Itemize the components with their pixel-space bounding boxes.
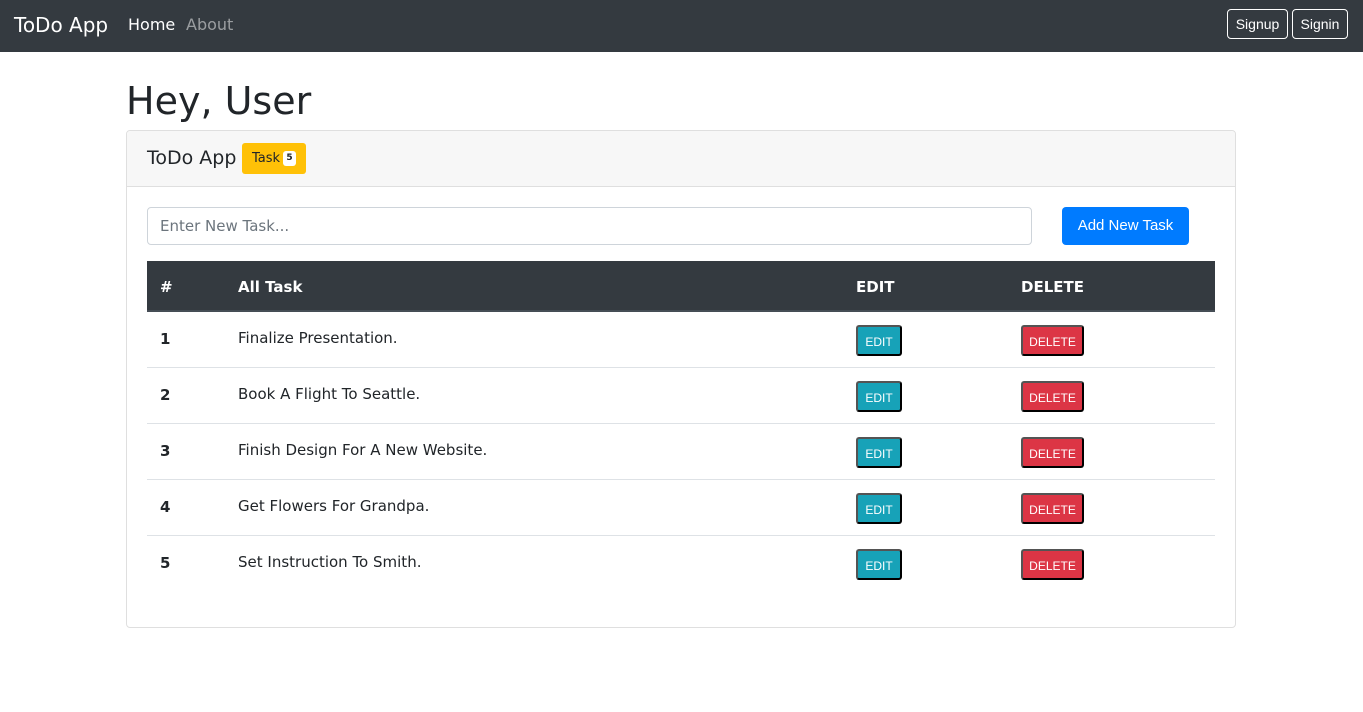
nav-link-home[interactable]: Home bbox=[128, 15, 175, 35]
task-text: Set Instruction To Smith. bbox=[238, 553, 422, 571]
table-row: 1 Finalize Presentation. EDIT DELETE bbox=[147, 312, 1215, 368]
task-text: Book A Flight To Seattle. bbox=[238, 385, 421, 403]
edit-button[interactable]: EDIT bbox=[856, 549, 902, 580]
task-number: 1 bbox=[160, 330, 171, 348]
task-number: 5 bbox=[160, 554, 171, 572]
column-header-edit: EDIT bbox=[856, 278, 895, 296]
column-header-task: All Task bbox=[238, 278, 303, 296]
column-header-number: # bbox=[160, 278, 173, 296]
edit-button[interactable]: EDIT bbox=[856, 325, 902, 356]
signup-button[interactable]: Signup bbox=[1227, 9, 1288, 39]
task-number: 2 bbox=[160, 386, 171, 404]
task-text: Finalize Presentation. bbox=[238, 329, 398, 347]
card-header: ToDo App Task 5 bbox=[127, 131, 1235, 187]
table-header: # All Task EDIT DELETE bbox=[147, 261, 1215, 312]
edit-button[interactable]: EDIT bbox=[856, 437, 902, 468]
card-title: ToDo App bbox=[147, 147, 237, 169]
page-title: Hey, User bbox=[126, 79, 312, 123]
delete-button[interactable]: DELETE bbox=[1021, 493, 1084, 524]
navbar: ToDo App Home About Signup Signin bbox=[0, 0, 1363, 52]
delete-button[interactable]: DELETE bbox=[1021, 437, 1084, 468]
table-row: 3 Finish Design For A New Website. EDIT … bbox=[147, 424, 1215, 480]
task-count-badge: Task 5 bbox=[242, 143, 306, 174]
edit-button[interactable]: EDIT bbox=[856, 493, 902, 524]
add-new-task-button[interactable]: Add New Task bbox=[1062, 207, 1189, 245]
task-number: 4 bbox=[160, 498, 171, 516]
delete-button[interactable]: DELETE bbox=[1021, 381, 1084, 412]
task-table: # All Task EDIT DELETE 1 Finalize Presen… bbox=[147, 261, 1215, 592]
delete-button[interactable]: DELETE bbox=[1021, 325, 1084, 356]
edit-button[interactable]: EDIT bbox=[856, 381, 902, 412]
navbar-brand[interactable]: ToDo App bbox=[14, 12, 108, 38]
nav-link-about[interactable]: About bbox=[186, 15, 233, 35]
todo-card: ToDo App Task 5 Add New Task # All Task … bbox=[126, 130, 1236, 628]
task-badge-count: 5 bbox=[283, 151, 296, 166]
signin-button[interactable]: Signin bbox=[1292, 9, 1348, 39]
task-number: 3 bbox=[160, 442, 171, 460]
column-header-delete: DELETE bbox=[1021, 278, 1084, 296]
table-row: 2 Book A Flight To Seattle. EDIT DELETE bbox=[147, 368, 1215, 424]
task-text: Get Flowers For Grandpa. bbox=[238, 497, 430, 515]
table-row: 4 Get Flowers For Grandpa. EDIT DELETE bbox=[147, 480, 1215, 536]
task-text: Finish Design For A New Website. bbox=[238, 441, 488, 459]
new-task-input[interactable] bbox=[147, 207, 1032, 245]
delete-button[interactable]: DELETE bbox=[1021, 549, 1084, 580]
table-row: 5 Set Instruction To Smith. EDIT DELETE bbox=[147, 536, 1215, 592]
task-badge-label: Task bbox=[252, 151, 281, 166]
